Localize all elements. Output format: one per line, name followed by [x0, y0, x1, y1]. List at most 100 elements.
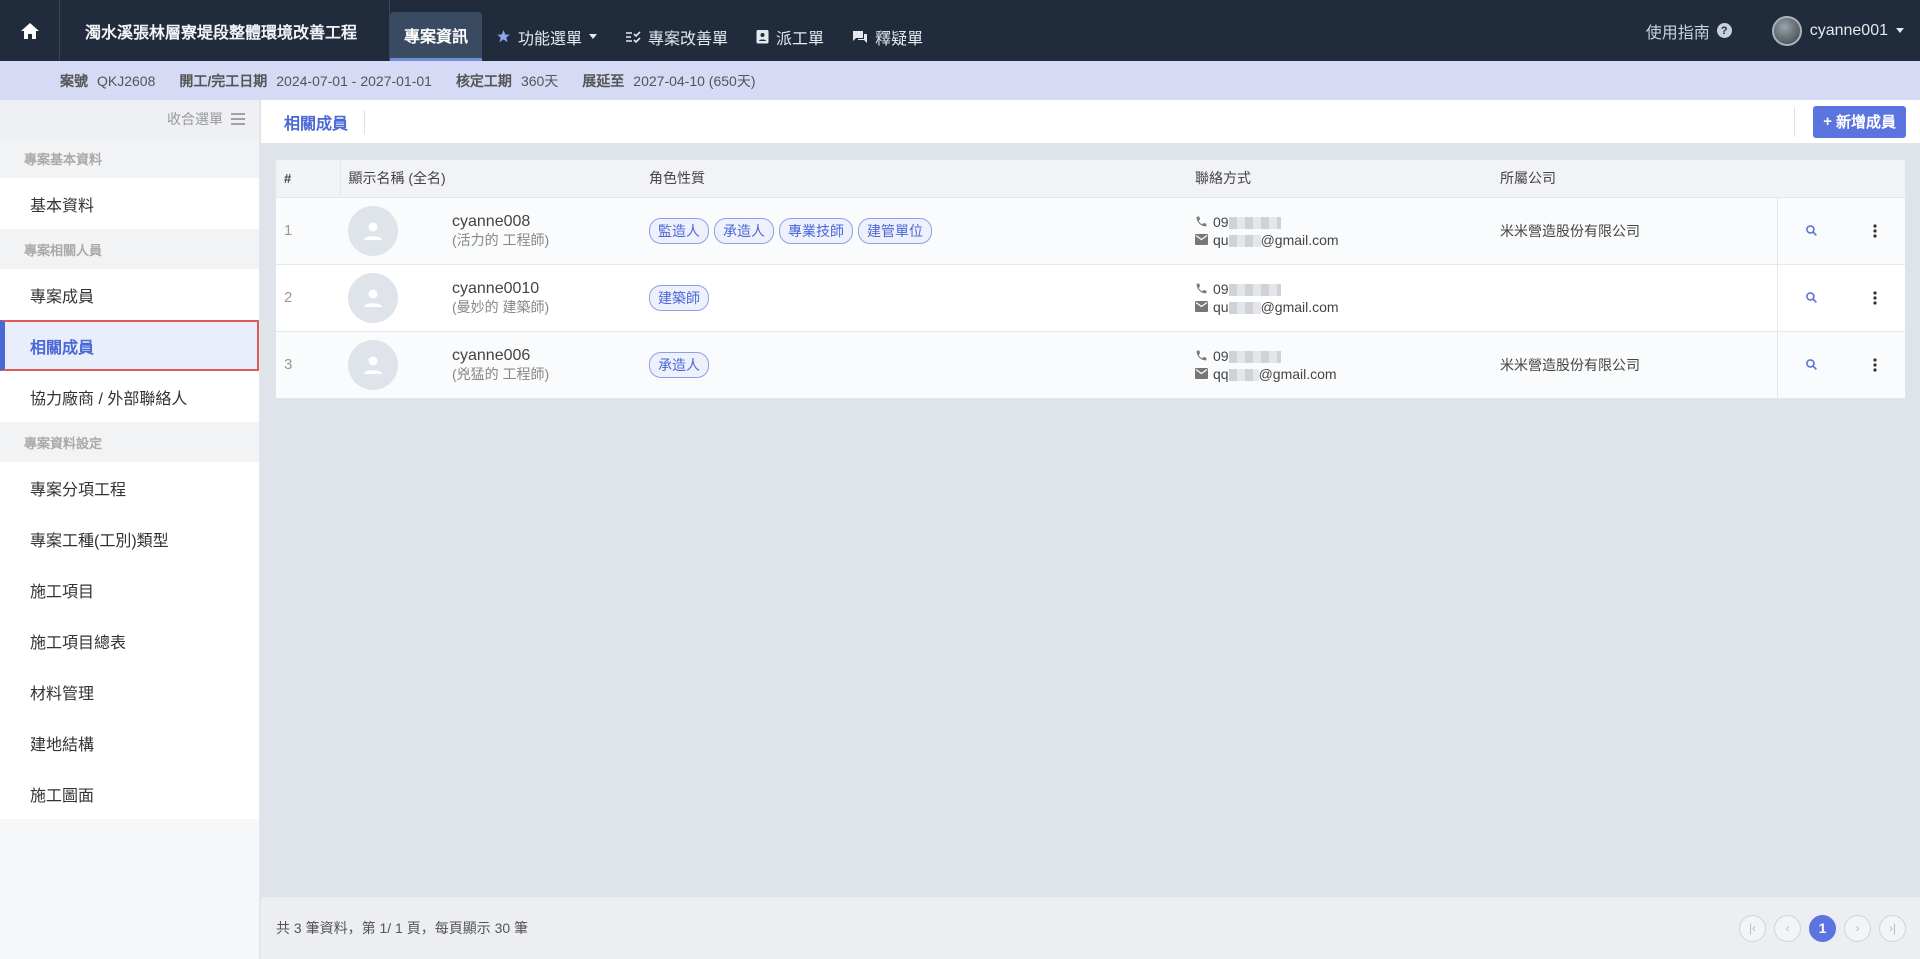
- redacted-block: [1228, 283, 1281, 296]
- row-index: 2: [284, 289, 293, 306]
- nav-improvement-form[interactable]: 專案改善單: [611, 12, 742, 61]
- phone-icon: [1196, 350, 1207, 361]
- collapse-label: 收合選單: [167, 111, 223, 127]
- phone-icon: [1196, 283, 1207, 294]
- top-navigation-bar: 濁水溪張林層寮堤段整體環境改善工程 專案資訊 功能選單 專案改善單 派工單 釋疑…: [0, 0, 1920, 61]
- table-row[interactable]: 2 cyanne0010 (曼妙的 建築師) 建築師 09 qu @gmail.…: [276, 264, 1905, 331]
- add-member-button[interactable]: + 新增成員: [1813, 105, 1906, 138]
- table-row[interactable]: 3 cyanne006 (兇猛的 工程師) 承造人 09 qq @gmail.c…: [276, 331, 1905, 398]
- sidebar-item-items-summary[interactable]: 施工項目總表: [0, 615, 259, 666]
- view-button[interactable]: [1805, 291, 1818, 304]
- cell-display-name: cyanne006 (兇猛的 工程師): [340, 331, 641, 398]
- cell-company: 米米營造股份有限公司: [1500, 222, 1640, 239]
- user-guide-link[interactable]: 使用指南 ?: [1646, 19, 1732, 43]
- sidebar-item-basic-info[interactable]: 基本資料: [0, 178, 259, 229]
- cell-company: 米米營造股份有限公司: [1500, 356, 1640, 373]
- sidebar-item-materials[interactable]: 材料管理: [0, 666, 259, 717]
- star-icon: [497, 30, 510, 43]
- collapse-menu-button[interactable]: 收合選單: [0, 100, 259, 138]
- redacted-block: [1228, 368, 1259, 381]
- nav-clarification[interactable]: 釋疑單: [838, 12, 937, 61]
- phone-prefix: 09: [1213, 347, 1229, 364]
- avatar: [1771, 15, 1802, 46]
- mail-icon: [1195, 301, 1208, 312]
- phone-prefix: 09: [1213, 213, 1229, 230]
- prev-page-icon[interactable]: ‹: [1774, 914, 1801, 942]
- cell-contact: 09 qq @gmail.com: [1187, 331, 1492, 398]
- member-name: cyanne0010: [452, 279, 540, 297]
- sidebar-group-personnel: 專案相關人員: [0, 229, 259, 269]
- divider: [1794, 106, 1796, 137]
- guide-label: 使用指南: [1645, 24, 1710, 42]
- avatar: [348, 272, 398, 323]
- chevron-down-icon: [1896, 28, 1904, 33]
- email-domain: @gmail.com: [1260, 231, 1339, 248]
- cell-actions: [1776, 197, 1905, 264]
- next-page-icon[interactable]: ›: [1844, 914, 1871, 942]
- row-index: 3: [284, 356, 293, 373]
- cell-roles: 承造人: [641, 331, 1187, 398]
- extended-until: 展延至 2027-04-10 (650天): [582, 72, 756, 89]
- email-domain: @gmail.com: [1258, 365, 1337, 382]
- view-button[interactable]: [1805, 358, 1818, 371]
- role-chip: 承造人: [649, 351, 709, 378]
- topbar-right: 使用指南 ? cyanne001: [1646, 0, 1920, 61]
- member-fullname: (曼妙的 建築師): [452, 298, 550, 315]
- cell-display-name: cyanne0010 (曼妙的 建築師): [340, 264, 641, 331]
- last-page-icon[interactable]: ›|: [1879, 914, 1906, 942]
- role-chip: 專業技師: [779, 217, 853, 244]
- member-name: cyanne006: [452, 346, 531, 364]
- case-number: 案號 QKJ2608: [60, 72, 156, 89]
- email-prefix: qq: [1213, 365, 1229, 382]
- more-vertical-icon: [1873, 290, 1877, 305]
- badge-icon: [756, 30, 769, 44]
- col-index: #: [276, 160, 341, 198]
- view-button[interactable]: [1805, 224, 1818, 237]
- table-footer: 共 3 筆資料，第 1/ 1 頁，每頁顯示 30 筆 |‹ ‹ 1 › ›|: [261, 897, 1920, 959]
- sidebar-item-sub-works[interactable]: 專案分項工程: [0, 462, 259, 513]
- page-button-current[interactable]: 1: [1809, 914, 1836, 942]
- sidebar-item-partners[interactable]: 協力廠商 / 外部聯絡人: [0, 371, 259, 422]
- member-fullname: (兇猛的 工程師): [452, 365, 550, 382]
- col-actions: [1777, 160, 1905, 198]
- mail-icon: [1195, 234, 1208, 245]
- first-page-icon[interactable]: |‹: [1739, 914, 1766, 942]
- email-prefix: qu: [1213, 231, 1229, 248]
- user-menu[interactable]: cyanne001: [1771, 15, 1904, 46]
- more-button[interactable]: [1873, 290, 1877, 305]
- redacted-block: [1228, 216, 1281, 229]
- more-button[interactable]: [1873, 223, 1877, 238]
- search-icon: [1806, 225, 1818, 236]
- add-member-label: 新增成員: [1835, 114, 1896, 131]
- nav-work-order[interactable]: 派工單: [742, 12, 838, 61]
- members-table: # 顯示名稱 (全名) 角色性質 聯絡方式 所屬公司 1 cyanne008 (…: [276, 160, 1905, 399]
- person-icon: [364, 356, 382, 374]
- email-prefix: qu: [1213, 298, 1229, 315]
- main-content: 相關成員 + 新增成員 # 顯示名稱 (全名) 角色性質 聯絡方式 所屬公司 1: [261, 100, 1920, 959]
- cell-actions: [1776, 331, 1905, 398]
- content-toolbar: 相關成員 + 新增成員: [261, 100, 1920, 144]
- mail-icon: [1195, 368, 1208, 379]
- home-icon: [20, 22, 39, 39]
- sidebar-item-site-structure[interactable]: 建地結構: [0, 717, 259, 768]
- phone-prefix: 09: [1213, 280, 1229, 297]
- col-display-name: 顯示名稱 (全名): [340, 160, 641, 198]
- sidebar-item-project-members[interactable]: 專案成員: [0, 269, 259, 320]
- nav-function-menu[interactable]: 功能選單: [482, 12, 611, 61]
- nav-label: 專案資訊: [404, 29, 469, 46]
- tab-related-members[interactable]: 相關成員: [284, 109, 366, 134]
- help-icon: ?: [1716, 23, 1732, 38]
- sidebar-item-construction-items[interactable]: 施工項目: [0, 564, 259, 615]
- nav-project-info[interactable]: 專案資訊: [390, 12, 483, 61]
- nav-label: 派工單: [776, 30, 825, 48]
- more-button[interactable]: [1873, 357, 1877, 372]
- menu-icon: [231, 113, 245, 125]
- sidebar-item-work-types[interactable]: 專案工種(工別)類型: [0, 513, 259, 564]
- sidebar-item-related-members[interactable]: 相關成員: [0, 320, 259, 371]
- pagination-summary: 共 3 筆資料，第 1/ 1 頁，每頁顯示 30 筆: [276, 920, 529, 936]
- role-chip: 承造人: [714, 217, 774, 244]
- sidebar-item-drawings[interactable]: 施工圖面: [0, 768, 259, 819]
- nav-label: 釋疑單: [875, 30, 924, 48]
- table-row[interactable]: 1 cyanne008 (活力的 工程師) 監造人 承造人 專業技師 建管單位 09: [276, 197, 1905, 264]
- home-button[interactable]: [0, 0, 60, 61]
